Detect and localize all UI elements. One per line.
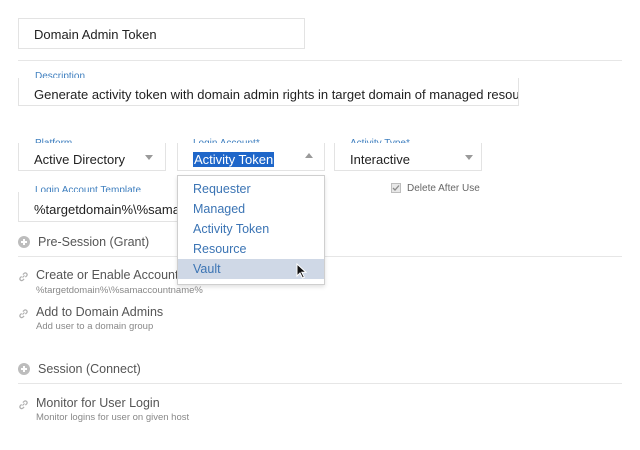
divider (18, 60, 622, 61)
dropdown-option-requester[interactable]: Requester (178, 179, 324, 199)
check-icon (392, 185, 400, 191)
link-icon (19, 309, 28, 319)
delete-after-use-label: Delete After Use (407, 183, 480, 194)
plus-circle-icon[interactable] (18, 236, 30, 248)
chevron-down-icon (465, 155, 473, 160)
session-title[interactable]: Session (Connect) (38, 362, 141, 376)
step-title[interactable]: Monitor for User Login (36, 396, 160, 410)
step-subtitle: Add user to a domain group (36, 321, 154, 332)
name-field-value: Domain Admin Token (34, 27, 157, 42)
divider (18, 383, 622, 384)
login-account-template-field[interactable]: %targetdomain%\%samacc (18, 192, 178, 222)
link-icon (19, 400, 28, 410)
pre-session-title[interactable]: Pre-Session (Grant) (38, 235, 149, 249)
platform-select[interactable]: Active Directory (18, 143, 166, 171)
link-icon (19, 272, 28, 282)
chevron-down-icon (145, 155, 153, 160)
activity-type-value: Interactive (350, 152, 410, 167)
description-field[interactable]: Generate activity token with domain admi… (18, 78, 519, 106)
description-value: Generate activity token with domain admi… (34, 87, 518, 102)
mouse-pointer-icon (296, 263, 308, 279)
dropdown-option-resource[interactable]: Resource (178, 239, 324, 259)
step-title[interactable]: Add to Domain Admins (36, 305, 163, 319)
platform-value: Active Directory (34, 152, 126, 167)
dropdown-option-activity-token[interactable]: Activity Token (178, 219, 324, 239)
plus-circle-icon[interactable] (18, 363, 30, 375)
delete-after-use-checkbox[interactable] (391, 183, 401, 193)
name-field[interactable]: Domain Admin Token (18, 18, 305, 49)
step-subtitle: %targetdomain%\%samaccountname% (36, 285, 203, 296)
activity-type-select[interactable]: Interactive (334, 143, 482, 171)
login-account-value: Activity Token (193, 152, 275, 167)
chevron-up-icon (305, 153, 313, 158)
login-account-select[interactable]: Activity Token (177, 143, 325, 171)
login-account-template-value: %targetdomain%\%samacc (34, 202, 178, 217)
dropdown-option-managed[interactable]: Managed (178, 199, 324, 219)
step-subtitle: Monitor logins for user on given host (36, 412, 190, 423)
step-title[interactable]: Create or Enable Account (36, 268, 178, 282)
